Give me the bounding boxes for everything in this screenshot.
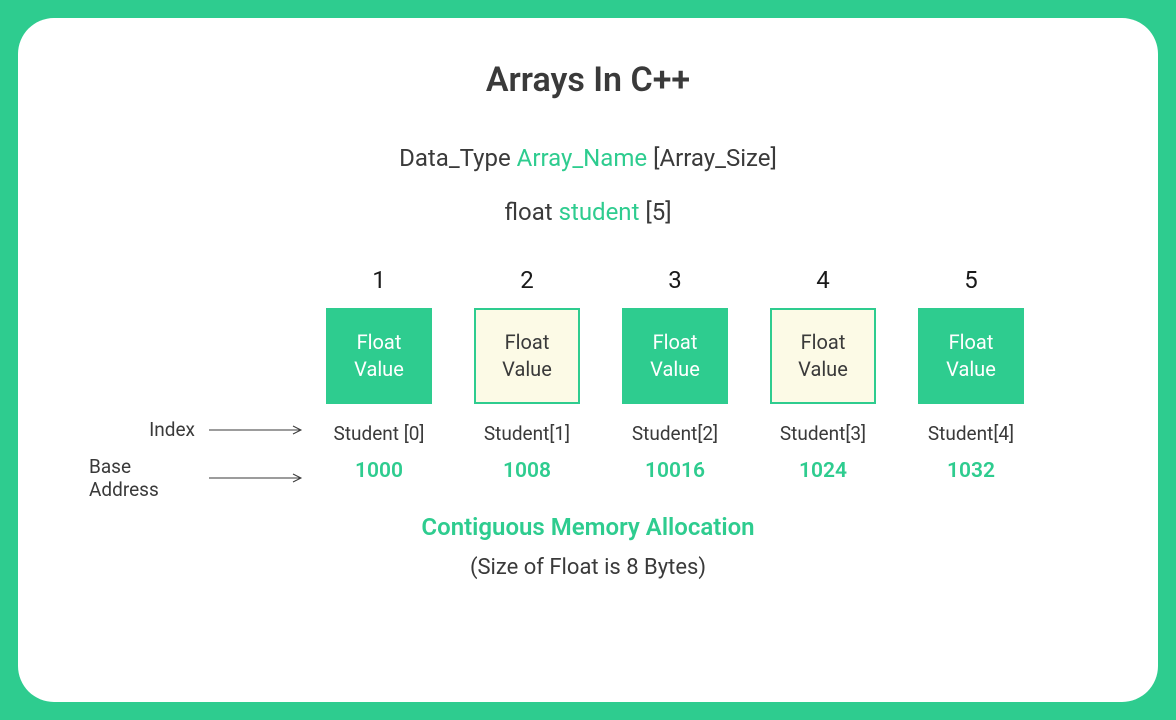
example-size: [5] xyxy=(639,198,671,226)
memory-column: 5 FloatValue Student[4] 1032 xyxy=(915,266,1027,483)
memory-cell: FloatValue xyxy=(918,308,1024,404)
side-labels: Index Base Address xyxy=(89,418,309,515)
example-datatype: float xyxy=(504,198,558,226)
index-label-row: Index xyxy=(89,418,309,441)
memory-column: 4 FloatValue Student[3] 1024 xyxy=(767,266,879,483)
syntax-datatype: Data_Type xyxy=(399,144,517,172)
cell-text: FloatValue xyxy=(798,329,848,383)
index-value: Student [0] xyxy=(334,422,425,445)
cell-text: FloatValue xyxy=(354,329,404,383)
memory-cell: FloatValue xyxy=(622,308,728,404)
cell-text: FloatValue xyxy=(502,329,552,383)
footer-size-note: (Size of Float is 8 Bytes) xyxy=(58,555,1118,580)
column-number: 5 xyxy=(964,266,978,294)
column-number: 3 xyxy=(668,266,682,294)
example-line: float student [5] xyxy=(58,198,1118,226)
address-value: 1008 xyxy=(503,459,551,483)
cell-text: FloatValue xyxy=(650,329,700,383)
column-number: 4 xyxy=(816,266,830,294)
index-value: Student[2] xyxy=(632,422,718,445)
index-value: Student[1] xyxy=(484,422,570,445)
diagram-card: Arrays In C++ Data_Type Array_Name [Arra… xyxy=(18,18,1158,702)
arrow-icon xyxy=(209,425,309,435)
index-label-text: Index xyxy=(149,418,195,441)
syntax-size: [Array_Size] xyxy=(647,144,777,172)
memory-cell: FloatValue xyxy=(770,308,876,404)
memory-column: 3 FloatValue Student[2] 10016 xyxy=(619,266,731,483)
footer-allocation: Contiguous Memory Allocation xyxy=(58,513,1118,541)
address-value: 10016 xyxy=(645,459,705,483)
address-value: 1024 xyxy=(799,459,847,483)
memory-columns: 1 FloatValue Student [0] 1000 2 FloatValue Stu… xyxy=(323,266,1118,483)
example-arrayname: student xyxy=(559,198,640,226)
memory-cell: FloatValue xyxy=(326,308,432,404)
memory-diagram: Index Base Address 1FloatValueStudent [0… xyxy=(323,266,1118,483)
cell-text: FloatValue xyxy=(946,329,996,383)
memory-column: 2 FloatValue Student[1] 1008 xyxy=(471,266,583,483)
arrow-icon xyxy=(209,473,309,483)
column-number: 1 xyxy=(372,266,386,294)
syntax-arrayname: Array_Name xyxy=(517,144,647,172)
index-value: Student[4] xyxy=(928,422,1014,445)
memory-column: 1 FloatValue Student [0] 1000 xyxy=(323,266,435,483)
page-title: Arrays In C++ xyxy=(58,60,1118,100)
base-address-label-row: Base Address xyxy=(89,455,309,501)
address-value: 1000 xyxy=(355,459,403,483)
base-address-label-text: Base Address xyxy=(89,455,195,501)
column-number: 2 xyxy=(520,266,534,294)
memory-cell: FloatValue xyxy=(474,308,580,404)
address-value: 1032 xyxy=(947,459,995,483)
index-value: Student[3] xyxy=(780,422,866,445)
syntax-line: Data_Type Array_Name [Array_Size] xyxy=(58,144,1118,172)
